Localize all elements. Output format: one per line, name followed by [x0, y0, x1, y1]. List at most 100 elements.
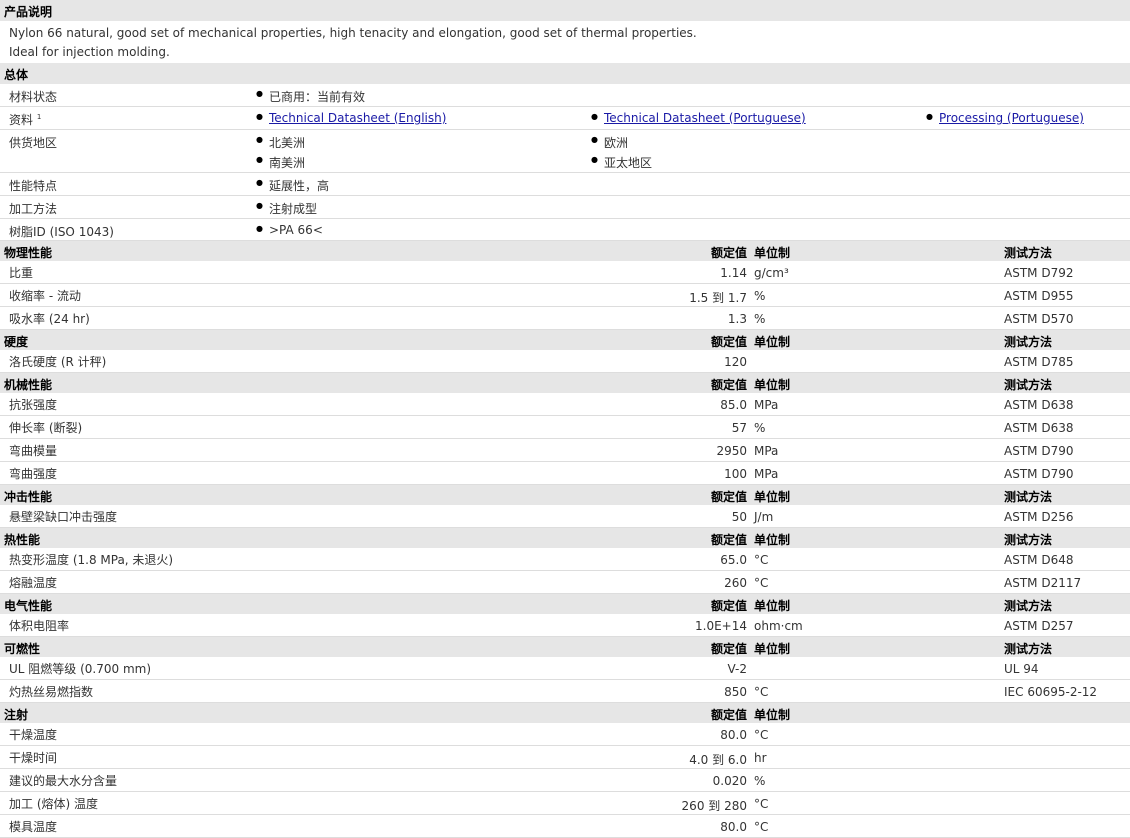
test-method: ASTM D955 — [1004, 289, 1074, 303]
column-header-unit: 单位制 — [754, 490, 791, 504]
property-label: 比重 — [9, 266, 34, 280]
nominal-value: 50 — [731, 510, 747, 524]
property-label: 热变形温度 (1.8 MPa, 未退火) — [9, 553, 174, 567]
property-label: 供货地区 — [9, 136, 58, 150]
property-value: 已商用：当前有效 — [256, 88, 365, 105]
section-header-description: 产品说明 — [0, 0, 1130, 21]
property-label: 干燥温度 — [9, 728, 58, 742]
column-header-nominal: 额定值 — [710, 335, 747, 349]
nominal-value: V-2 — [727, 662, 747, 676]
test-method: ASTM D648 — [1004, 553, 1074, 567]
nominal-value: 80.0 — [720, 728, 747, 742]
test-method: ASTM D256 — [1004, 510, 1074, 524]
nominal-value: 4.0 到 6.0 — [689, 753, 747, 767]
column-header-nominal: 额定值 — [710, 378, 747, 392]
section-title: 注射 — [4, 708, 29, 722]
column-header-unit: 单位制 — [754, 533, 791, 547]
property-label: 树脂ID (ISO 1043) — [9, 225, 114, 239]
footnote-marker: 1 — [36, 113, 42, 121]
link-datasheet-portuguese[interactable]: Technical Datasheet (Portuguese) — [591, 111, 806, 125]
unit-value: g/cm³ — [754, 266, 789, 280]
section-header-electrical: 电气性能 额定值 单位制 测试方法 — [0, 594, 1130, 614]
unit-value: J/m — [754, 510, 774, 524]
property-row-availability: 供货地区 北美洲 欧洲 南美洲 亚太地区 — [0, 130, 1130, 173]
table-row: 弯曲强度 100 MPa ASTM D790 — [0, 462, 1130, 485]
column-header-method: 测试方法 — [1004, 599, 1053, 613]
table-row: 体积电阻率 1.0E+14 ohm·cm ASTM D257 — [0, 614, 1130, 637]
column-header-nominal: 额定值 — [710, 533, 747, 547]
nominal-value: 1.0E+14 — [695, 619, 747, 633]
property-row-resin-id: 树脂ID (ISO 1043) >PA 66< — [0, 219, 1130, 241]
column-header-method: 测试方法 — [1004, 533, 1053, 547]
unit-value: °C — [754, 728, 769, 742]
property-label: 加工 (熔体) 温度 — [9, 797, 98, 811]
link-processing-portuguese[interactable]: Processing (Portuguese) — [926, 111, 1084, 125]
unit-value: °C — [754, 820, 769, 834]
column-header-method: 测试方法 — [1004, 378, 1053, 392]
table-row: 收缩率 - 流动 1.5 到 1.7% ASTM D955 — [0, 284, 1130, 307]
section-header-mechanical: 机械性能 额定值 单位制 测试方法 — [0, 373, 1130, 393]
section-header-general: 总体 — [0, 63, 1130, 84]
table-row: 灼热丝易燃指数 850 °C IEC 60695-2-12 — [0, 680, 1130, 703]
property-label: 悬壁梁缺口冲击强度 — [9, 510, 118, 524]
test-method: ASTM D638 — [1004, 421, 1074, 435]
nominal-value: 850 — [724, 685, 747, 699]
section-title: 物理性能 — [4, 246, 53, 260]
column-header-unit: 单位制 — [754, 246, 791, 260]
table-row: 悬壁梁缺口冲击强度 50 J/m ASTM D256 — [0, 505, 1130, 528]
link-datasheet-english[interactable]: Technical Datasheet (English) — [256, 111, 446, 125]
property-row-status: 材料状态 已商用：当前有效 — [0, 84, 1130, 107]
unit-value: MPa — [754, 398, 779, 412]
unit-value: MPa — [754, 444, 779, 458]
property-label: 吸水率 (24 hr) — [9, 312, 90, 326]
unit-value: % — [754, 312, 766, 326]
property-label: 模具温度 — [9, 820, 58, 834]
nominal-value: 2950 — [716, 444, 747, 458]
section-header-injection: 注射 额定值 单位制 — [0, 703, 1130, 723]
section-title: 机械性能 — [4, 378, 53, 392]
region-value: 北美洲 — [256, 134, 305, 151]
test-method: ASTM D570 — [1004, 312, 1074, 326]
property-label: 资料 1 — [9, 113, 42, 127]
description-line: Nylon 66 natural, good set of mechanical… — [9, 26, 697, 40]
property-label: 洛氏硬度 (R 计秤) — [9, 355, 107, 369]
table-row: UL 阻燃等级 (0.700 mm) V-2 UL 94 — [0, 657, 1130, 680]
unit-value: ohm·cm — [754, 619, 803, 633]
table-row: 洛氏硬度 (R 计秤) 120 ASTM D785 — [0, 350, 1130, 373]
test-method: IEC 60695-2-12 — [1004, 685, 1098, 699]
table-row: 干燥温度 80.0 °C — [0, 723, 1130, 746]
property-label: 熔融温度 — [9, 576, 58, 590]
region-value: 亚太地区 — [591, 154, 652, 171]
section-title: 产品说明 — [4, 5, 53, 19]
table-row: 吸水率 (24 hr) 1.3% ASTM D570 — [0, 307, 1130, 330]
property-label: 材料状态 — [9, 90, 58, 104]
property-row-processing: 加工方法 注射成型 — [0, 196, 1130, 219]
section-title: 冲击性能 — [4, 490, 53, 504]
nominal-value: 100 — [724, 467, 747, 481]
nominal-value: 260 — [724, 576, 747, 590]
unit-value: °C — [754, 797, 769, 811]
property-value: 延展性，高 — [256, 177, 329, 194]
section-header-thermal: 热性能 额定值 单位制 测试方法 — [0, 528, 1130, 548]
column-header-nominal: 额定值 — [710, 708, 747, 722]
property-label: 收缩率 - 流动 — [9, 289, 81, 303]
nominal-value: 260 到 280 — [681, 799, 747, 813]
property-label: 建议的最大水分含量 — [9, 774, 118, 788]
table-row: 热变形温度 (1.8 MPa, 未退火) 65.0 °C ASTM D648 — [0, 548, 1130, 571]
nominal-value: 1.3 — [727, 312, 747, 326]
property-label: 伸长率 (断裂) — [9, 421, 83, 435]
property-row-features: 性能特点 延展性，高 — [0, 173, 1130, 196]
column-header-method: 测试方法 — [1004, 490, 1053, 504]
column-header-unit: 单位制 — [754, 335, 791, 349]
unit-value: % — [754, 774, 766, 788]
column-header-nominal: 额定值 — [710, 246, 747, 260]
test-method: ASTM D638 — [1004, 398, 1074, 412]
test-method: UL 94 — [1004, 662, 1039, 676]
column-header-method: 测试方法 — [1004, 246, 1053, 260]
property-label: 抗张强度 — [9, 398, 58, 412]
section-title: 可燃性 — [4, 642, 41, 656]
unit-value: % — [754, 289, 766, 303]
datasheet: 产品说明 Nylon 66 natural, good set of mecha… — [0, 0, 1130, 838]
section-title: 热性能 — [4, 533, 41, 547]
unit-value: °C — [754, 576, 769, 590]
